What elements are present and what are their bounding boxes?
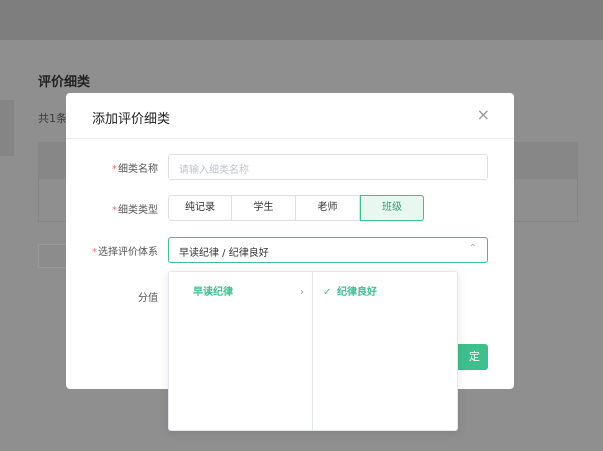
type-option-student[interactable]: 学生 — [232, 195, 296, 221]
dialog-title: 添加评价细类 — [92, 112, 171, 127]
cascader-column-2: ✓ 纪律良好 — [313, 272, 457, 430]
evaluation-system-select[interactable]: 早读纪律 / 纪律良好 ⌃ — [168, 237, 488, 263]
name-label: *细类名称 — [112, 164, 158, 175]
check-icon: ✓ — [323, 287, 332, 298]
type-option-teacher[interactable]: 老师 — [296, 195, 360, 221]
chevron-up-icon: ⌃ — [468, 243, 477, 254]
cascader-dropdown: 早读纪律 › ✓ 纪律良好 — [168, 271, 458, 431]
type-label: *细类类型 — [112, 205, 158, 216]
background-button — [38, 244, 68, 268]
system-row: *选择评价体系 早读纪律 / 纪律良好 ⌃ — [66, 237, 514, 263]
type-radio-group: 纯记录 学生 老师 班级 — [168, 195, 424, 221]
page-title: 评价细类 — [38, 75, 91, 90]
select-value: 早读纪律 / 纪律良好 — [179, 248, 269, 259]
chevron-right-icon: › — [300, 287, 304, 298]
name-row: *细类名称 请输入细类名称 — [66, 154, 514, 180]
cascader-column-1: 早读纪律 › — [169, 272, 313, 430]
type-option-class[interactable]: 班级 — [360, 195, 424, 221]
name-input[interactable]: 请输入细类名称 — [168, 154, 488, 180]
close-icon[interactable]: × — [477, 105, 490, 124]
cascader-option-level2[interactable]: ✓ 纪律良好 — [313, 282, 458, 304]
sidebar-fragment — [0, 100, 14, 156]
system-label: *选择评价体系 — [92, 247, 158, 258]
cascader-option-label: 早读纪律 — [193, 287, 233, 298]
cascader-option-level1[interactable]: 早读纪律 › — [169, 282, 314, 304]
type-row: *细类类型 纯记录 学生 老师 班级 — [66, 195, 514, 221]
record-count: 共1条 — [38, 112, 67, 125]
dialog-header: 添加评价细类 × — [66, 93, 514, 139]
cascader-option-label: 纪律良好 — [337, 287, 377, 298]
score-label: 分值 — [138, 293, 158, 304]
type-option-record[interactable]: 纯记录 — [168, 195, 232, 221]
top-bar — [0, 0, 603, 40]
